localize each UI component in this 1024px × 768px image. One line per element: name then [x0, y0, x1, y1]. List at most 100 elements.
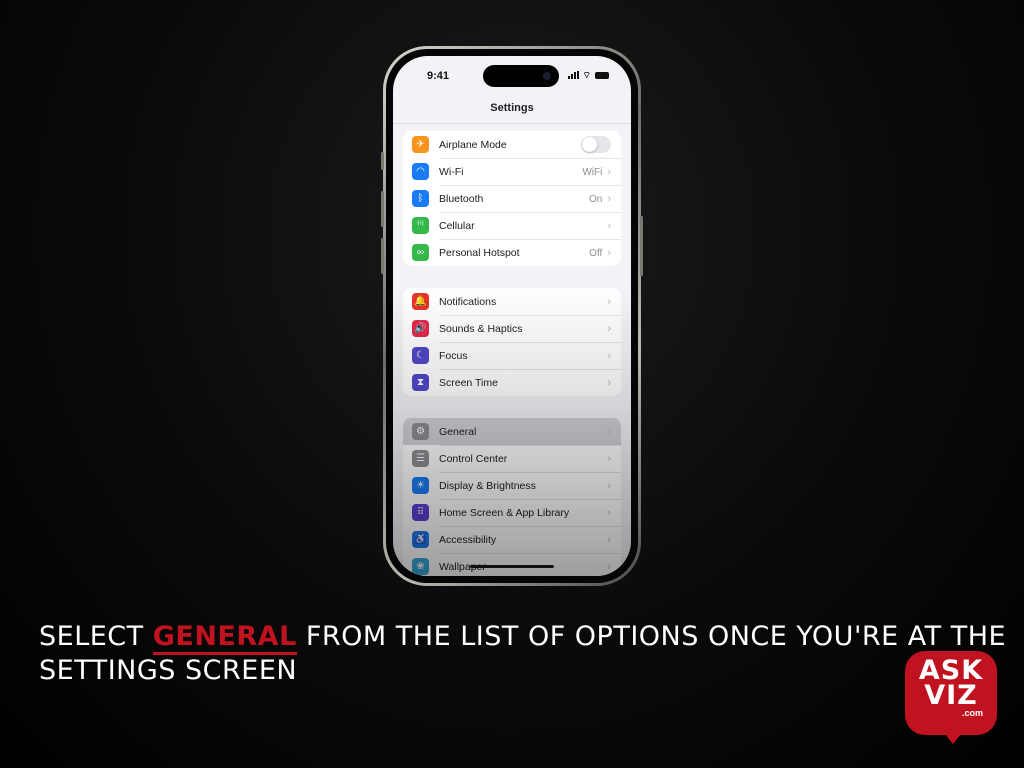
chevron-right-icon: › [607, 377, 611, 389]
settings-row-bluetooth[interactable]: ᛒ Bluetooth On › [403, 185, 621, 212]
row-label: Airplane Mode [439, 138, 507, 151]
row-accessory: › [602, 377, 611, 389]
volume-up-button [381, 191, 384, 227]
row-label: Personal Hotspot [439, 247, 520, 259]
wifi-status-icon: ⌔ [582, 70, 591, 80]
caption-text-start: SELECT [39, 621, 153, 652]
chevron-right-icon: › [607, 220, 611, 232]
row-content: Sounds & Haptics › [439, 315, 621, 342]
settings-row-focus[interactable]: ☾ Focus › [403, 342, 621, 369]
row-accessory: › [602, 561, 611, 573]
settings-row-wi-fi[interactable]: ◠ Wi-Fi WiFi › [403, 158, 621, 185]
row-label: Cellular [439, 220, 475, 232]
sounds-icon: 🔊 [412, 320, 429, 337]
row-accessory: › [602, 453, 611, 465]
row-content: Personal Hotspot Off › [439, 239, 621, 266]
airplane-icon: ✈ [412, 136, 429, 153]
settings-row-notifications[interactable]: 🔔 Notifications › [403, 288, 621, 315]
cellular-signal-icon [567, 71, 579, 79]
row-content: Notifications › [439, 288, 621, 315]
row-accessory: On › [589, 193, 611, 205]
settings-row-screen-time[interactable]: ⧗ Screen Time › [403, 369, 621, 396]
side-button [640, 216, 643, 276]
row-label: Home Screen & App Library [439, 507, 570, 519]
row-content: Display & Brightness › [439, 472, 621, 499]
row-content: Control Center › [439, 445, 621, 472]
askviz-logo: ASK VIZ .com [905, 651, 997, 744]
notifications-icon: 🔔 [412, 293, 429, 310]
chevron-right-icon: › [607, 295, 611, 308]
chevron-right-icon: › [607, 453, 611, 465]
row-accessory: › [602, 323, 611, 335]
bluetooth-icon: ᛒ [412, 190, 429, 207]
action-button [381, 152, 384, 170]
chevron-right-icon: › [607, 166, 611, 178]
row-accessory [581, 136, 611, 153]
battery-icon [595, 71, 609, 79]
settings-group-general: ⚙ General › ☰ Control Center › ☀ Display & Brig… [403, 418, 621, 576]
volume-down-button [381, 238, 384, 274]
row-label: Notifications [439, 295, 497, 308]
status-time: 9:41 [427, 70, 450, 82]
row-content: Bluetooth On › [439, 185, 621, 212]
control-center-icon: ☰ [412, 450, 429, 467]
wallpaper-icon: ❀ [412, 558, 429, 575]
settings-row-personal-hotspot[interactable]: ∞ Personal Hotspot Off › [403, 239, 621, 266]
settings-row-cellular[interactable]: ⁽ⁱ⁾ Cellular › [403, 212, 621, 239]
chevron-right-icon: › [607, 425, 611, 438]
home-indicator[interactable] [470, 565, 554, 568]
cellular-icon: ⁽ⁱ⁾ [412, 217, 429, 234]
row-accessory: › [602, 350, 611, 362]
row-accessory: › [602, 220, 611, 232]
screen-time-hourglass-icon: ⧗ [412, 374, 429, 391]
row-value: Off [589, 247, 603, 259]
row-label: Bluetooth [439, 193, 484, 205]
row-accessory: WiFi › [582, 166, 611, 178]
chevron-right-icon: › [607, 534, 611, 546]
title-divider [393, 123, 631, 124]
brightness-icon: ☀ [412, 477, 429, 494]
row-accessory: › [602, 507, 611, 519]
row-label: Control Center [439, 453, 508, 465]
instruction-caption: SELECT GENERAL FROM THE LIST OF OPTIONS … [39, 620, 1024, 688]
settings-row-general[interactable]: ⚙ General › [403, 418, 621, 445]
camera-icon [543, 72, 551, 80]
hotspot-icon: ∞ [412, 244, 429, 261]
settings-group-connectivity: ✈ Airplane Mode ◠ Wi-Fi WiFi › ᛒ Bluetooth On › ⁽ⁱ… [403, 131, 621, 266]
airplane-mode-toggle[interactable] [581, 136, 611, 153]
row-content: Home Screen & App Library › [439, 499, 621, 526]
row-label: Wi-Fi [439, 166, 464, 178]
row-accessory: › [602, 426, 611, 438]
row-content: Focus › [439, 342, 621, 369]
page-title: Settings [490, 102, 534, 114]
row-content: Accessibility › [439, 526, 621, 553]
chevron-right-icon: › [607, 507, 611, 519]
chevron-right-icon: › [607, 561, 611, 573]
gear-icon: ⚙ [412, 423, 429, 440]
row-content: Screen Time › [439, 369, 621, 396]
settings-row-control-center[interactable]: ☰ Control Center › [403, 445, 621, 472]
settings-row-airplane-mode[interactable]: ✈ Airplane Mode [403, 131, 621, 158]
settings-group-notifications: 🔔 Notifications › 🔊 Sounds & Haptics › ☾ Focus ›… [403, 288, 621, 396]
iphone-frame: 9:41 ⌔ Settings ✈ Airplane Mode ◠ Wi-Fi WiFi… [381, 46, 643, 586]
logo-line-2: VIZ [924, 680, 978, 711]
row-content: Airplane Mode [439, 131, 621, 158]
settings-row-accessibility[interactable]: ♿ Accessibility › [403, 526, 621, 553]
settings-row-sounds-haptics[interactable]: 🔊 Sounds & Haptics › [403, 315, 621, 342]
row-label: Screen Time [439, 377, 498, 389]
row-accessory: › [602, 534, 611, 546]
row-value: On [588, 193, 603, 205]
chevron-right-icon: › [607, 323, 611, 335]
row-label: Accessibility [439, 534, 497, 546]
row-label: General [439, 425, 477, 438]
home-screen-icon: ⠿ [412, 504, 429, 521]
wifi-icon: ◠ [412, 163, 429, 180]
row-content: General › [439, 418, 621, 445]
settings-row-display-brightness[interactable]: ☀ Display & Brightness › [403, 472, 621, 499]
settings-screen: 9:41 ⌔ Settings ✈ Airplane Mode ◠ Wi-Fi WiFi… [393, 56, 631, 576]
chevron-right-icon: › [607, 193, 611, 205]
status-bar: 9:41 ⌔ [393, 56, 631, 90]
settings-row-home-screen-app-library[interactable]: ⠿ Home Screen & App Library › [403, 499, 621, 526]
row-accessory: › [602, 296, 611, 308]
row-label: Focus [439, 350, 468, 362]
